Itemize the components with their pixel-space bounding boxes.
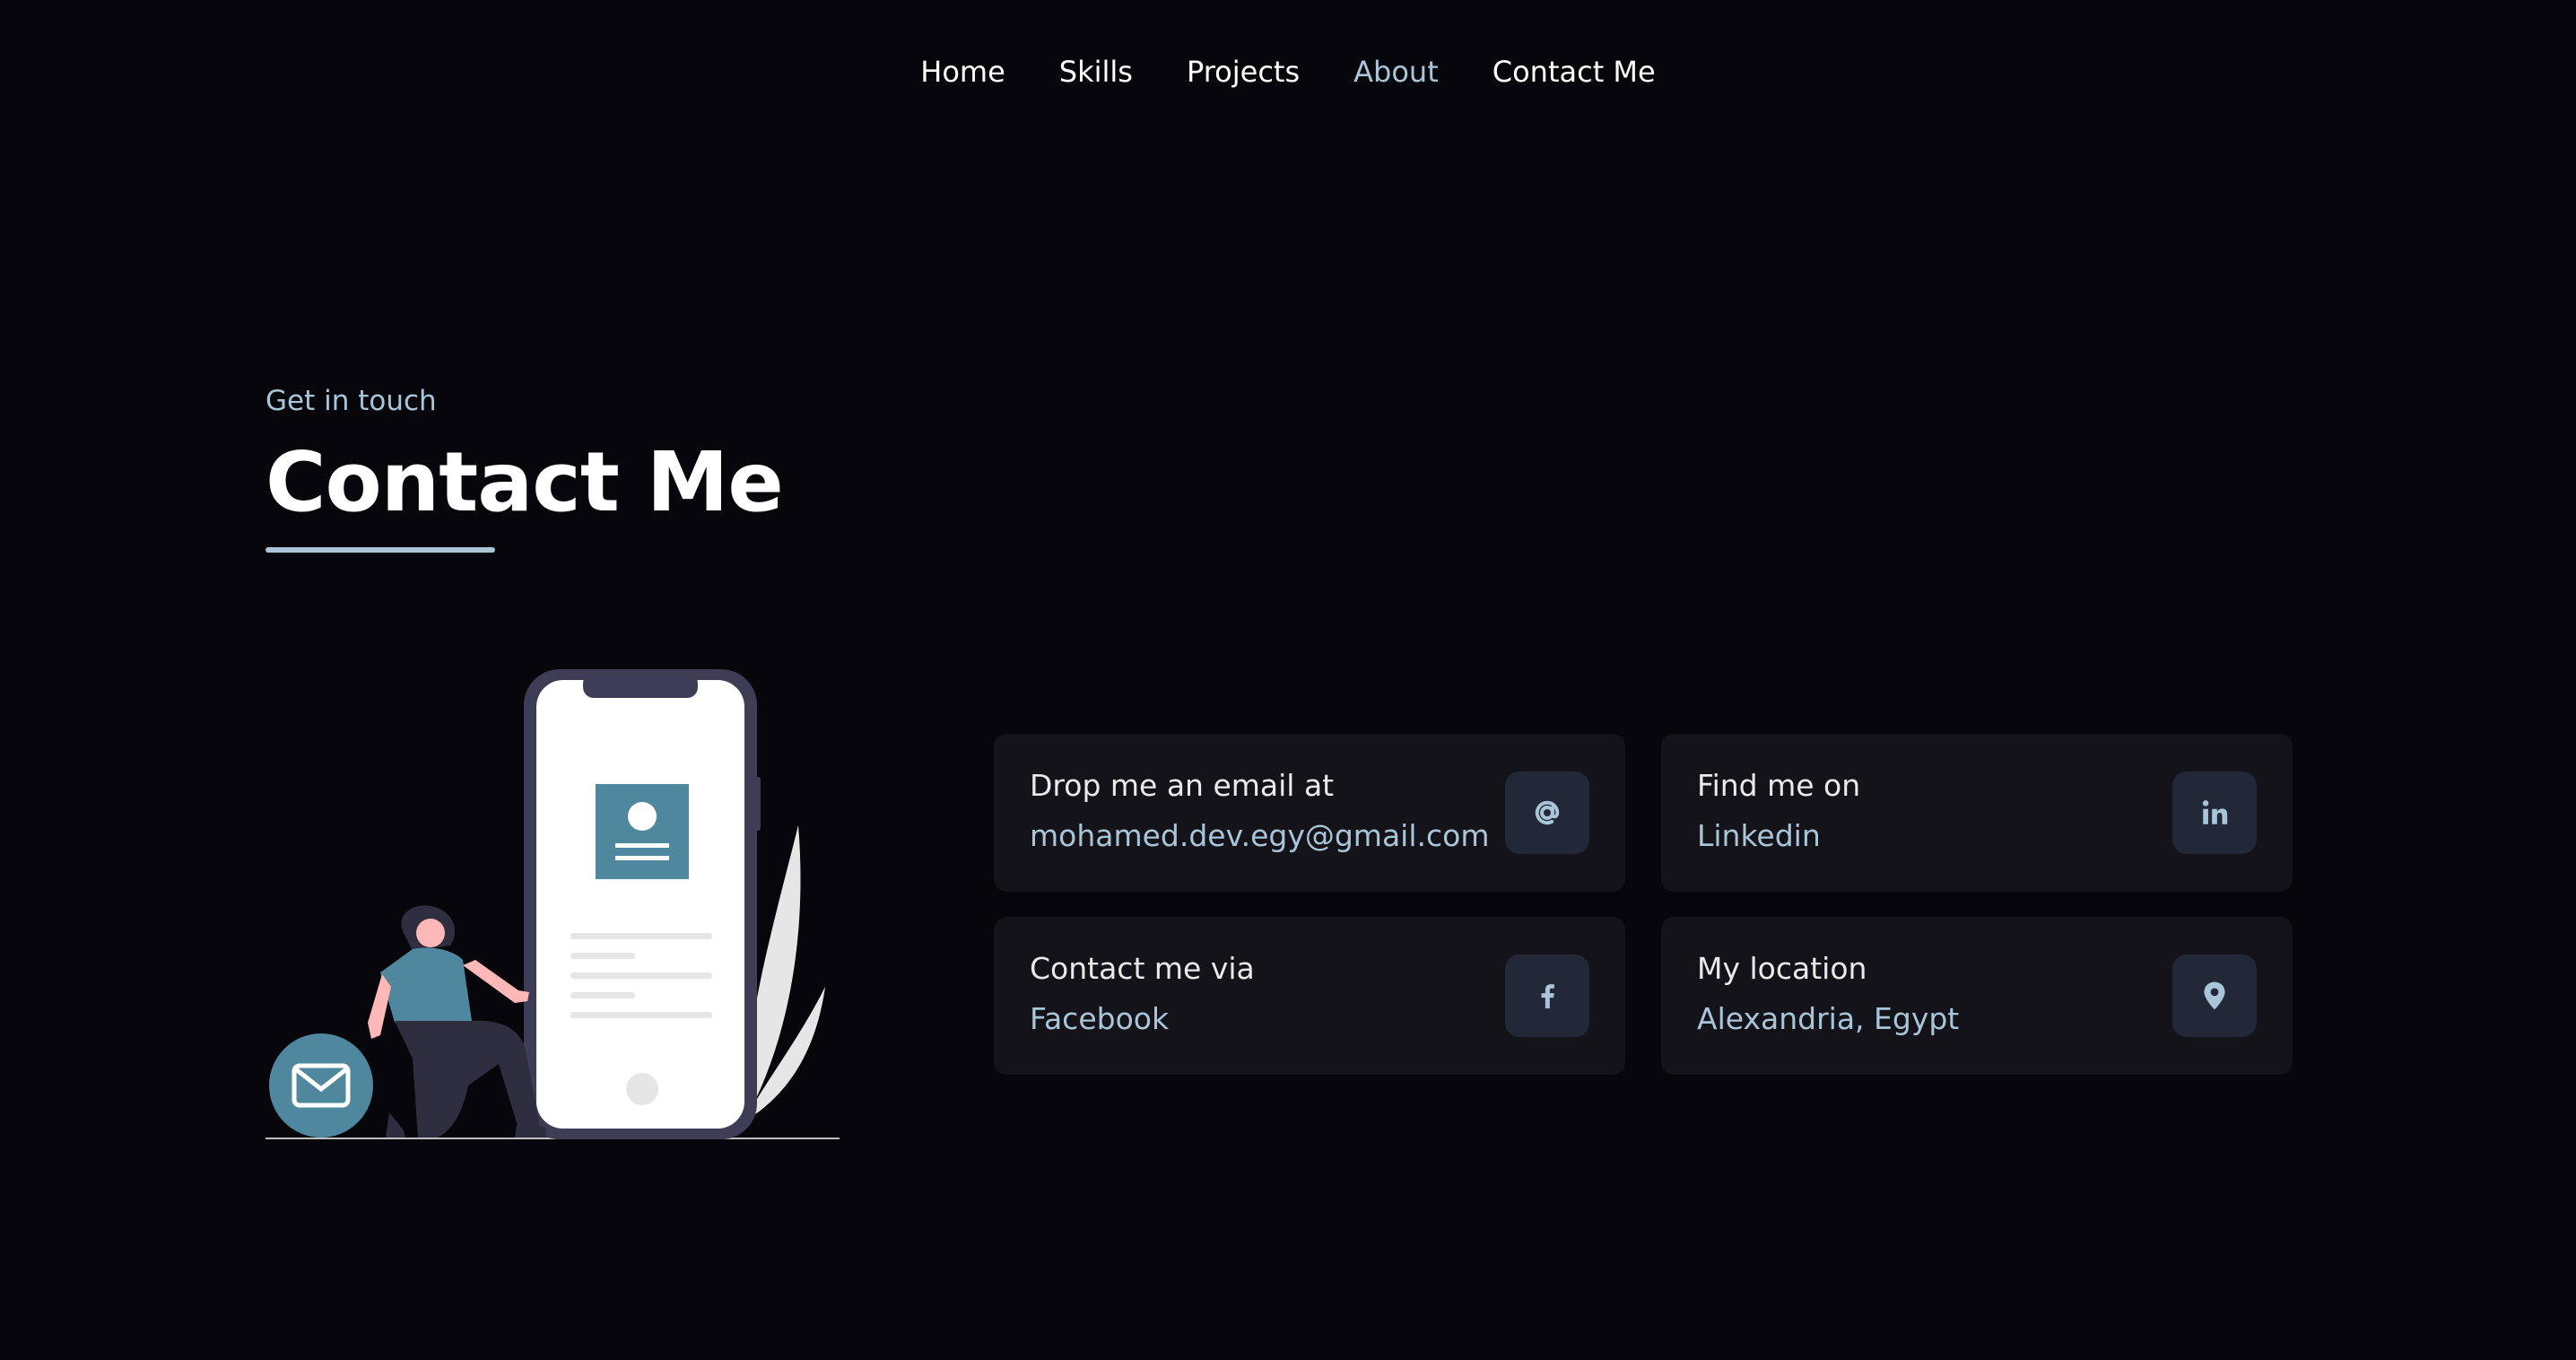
section-subtitle: Get in touch — [265, 385, 437, 417]
email-card[interactable]: Drop me an email at mohamed.dev.egy@gmai… — [994, 734, 1625, 892]
linkedin-icon[interactable] — [2172, 772, 2257, 854]
nav-projects[interactable]: Projects — [1187, 50, 1300, 93]
contact-heading: Get in touch Contact Me — [265, 377, 784, 553]
nav-about[interactable]: About — [1353, 50, 1439, 93]
phone-person-illustration — [265, 669, 840, 1139]
at-icon-glyph — [1535, 800, 1560, 825]
location-pin-icon[interactable] — [2172, 955, 2257, 1037]
page-title: Contact Me — [265, 434, 784, 530]
nav-skills[interactable]: Skills — [1059, 50, 1133, 93]
main-nav: Home Skills Projects About Contact Me — [0, 50, 2576, 93]
linkedin-icon-glyph — [2202, 800, 2228, 824]
location-pin-icon-glyph — [2204, 981, 2225, 1010]
nav-home[interactable]: Home — [920, 50, 1005, 93]
nav-contact-me[interactable]: Contact Me — [1493, 50, 1656, 93]
contact-cards: Drop me an email at mohamed.dev.egy@gmai… — [994, 734, 2293, 1075]
location-card: My location Alexandria, Egypt — [1661, 917, 2293, 1075]
contact-illustration — [260, 664, 852, 1148]
at-icon[interactable] — [1505, 772, 1589, 854]
facebook-card[interactable]: Contact me via Facebook — [994, 917, 1625, 1075]
linkedin-card[interactable]: Find me on Linkedin — [1661, 734, 2293, 892]
title-underline — [265, 547, 495, 553]
facebook-icon-glyph — [1541, 984, 1554, 1009]
facebook-icon[interactable] — [1505, 955, 1589, 1037]
